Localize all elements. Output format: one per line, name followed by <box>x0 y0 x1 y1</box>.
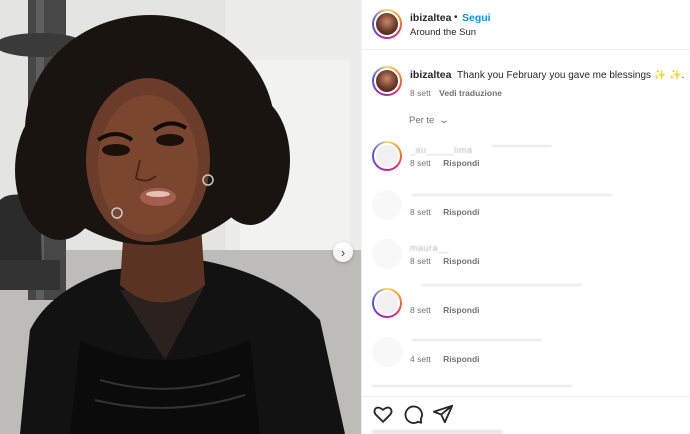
comment-time: 8 sett <box>410 256 431 266</box>
chevron-down-icon: ⌄ <box>438 115 450 126</box>
caption-meta: 8 sett Vedi traduzione <box>410 88 502 98</box>
heart-icon[interactable] <box>372 403 394 425</box>
comment-meta: 8 sett Rispondi <box>410 207 480 217</box>
author-avatar[interactable] <box>372 9 402 39</box>
post-caption: ibizaltea Thank you February you gave me… <box>362 62 690 106</box>
comment-time: 8 sett <box>410 158 431 168</box>
chevron-right-icon: › <box>340 244 346 260</box>
comment-time: 8 sett <box>410 305 431 315</box>
follow-button[interactable]: Segui <box>462 12 491 24</box>
comments-filter-label: Per te <box>409 115 435 126</box>
caption-time: 8 sett <box>410 88 431 98</box>
post-header: ibizaltea • Segui Around the Sun <box>362 0 690 50</box>
reply-button[interactable]: Rispondi <box>443 158 479 168</box>
comment-meta: 8 sett Rispondi <box>410 256 480 266</box>
post-action-bar <box>362 396 690 434</box>
comment-item: maura__ 8 sett Rispondi <box>362 239 690 283</box>
post-photo[interactable]: › <box>0 0 361 434</box>
separator-dot: • <box>454 12 458 23</box>
comment-avatar[interactable] <box>372 288 402 318</box>
caption-username[interactable]: ibizaltea <box>410 69 451 81</box>
comment-avatar[interactable] <box>372 190 402 220</box>
comment-avatar[interactable] <box>372 141 402 171</box>
comment-item: 8 sett Rispondi <box>362 284 690 332</box>
blurred-text <box>412 339 542 341</box>
share-icon[interactable] <box>432 403 454 425</box>
blurred-text <box>372 430 502 434</box>
comment-meta: 8 sett Rispondi <box>410 158 480 168</box>
comment-avatar[interactable] <box>372 337 402 367</box>
reply-button[interactable]: Rispondi <box>443 305 479 315</box>
blurred-text <box>412 194 612 196</box>
next-photo-button[interactable]: › <box>333 242 353 262</box>
comment-item: 8 sett Rispondi <box>362 190 690 234</box>
blurred-text <box>492 145 552 147</box>
caption-text: ibizaltea Thank you February you gave me… <box>410 69 684 81</box>
reply-button[interactable]: Rispondi <box>443 256 479 266</box>
see-translation-button[interactable]: Vedi traduzione <box>439 88 502 98</box>
comments-filter-dropdown[interactable]: Per te ⌄ <box>409 115 450 126</box>
reply-button[interactable]: Rispondi <box>443 207 479 217</box>
audio-track-link[interactable]: Around the Sun <box>410 27 476 38</box>
comment-username[interactable]: maura__ <box>410 243 449 253</box>
blurred-text <box>422 284 582 286</box>
post-image <box>0 0 361 434</box>
reply-button[interactable]: Rispondi <box>443 354 479 364</box>
comment-icon[interactable] <box>402 403 424 425</box>
comment-avatar[interactable] <box>372 239 402 269</box>
comment-time: 4 sett <box>410 354 431 364</box>
comment-username[interactable]: _au_____lima <box>410 145 473 155</box>
comment-meta: 4 sett Rispondi <box>410 354 480 364</box>
comment-time: 8 sett <box>410 207 431 217</box>
caption-body: Thank you February you gave me blessings… <box>457 70 685 81</box>
post-sidebar: ibizaltea • Segui Around the Sun ibizalt… <box>361 0 690 434</box>
comment-meta: 8 sett Rispondi <box>410 305 480 315</box>
blurred-text <box>372 385 572 387</box>
comment-item: _au_____lima 8 sett Rispondi <box>362 141 690 185</box>
caption-avatar[interactable] <box>372 66 402 96</box>
author-username[interactable]: ibizaltea <box>410 12 451 24</box>
comment-item: 4 sett Rispondi <box>362 337 690 381</box>
